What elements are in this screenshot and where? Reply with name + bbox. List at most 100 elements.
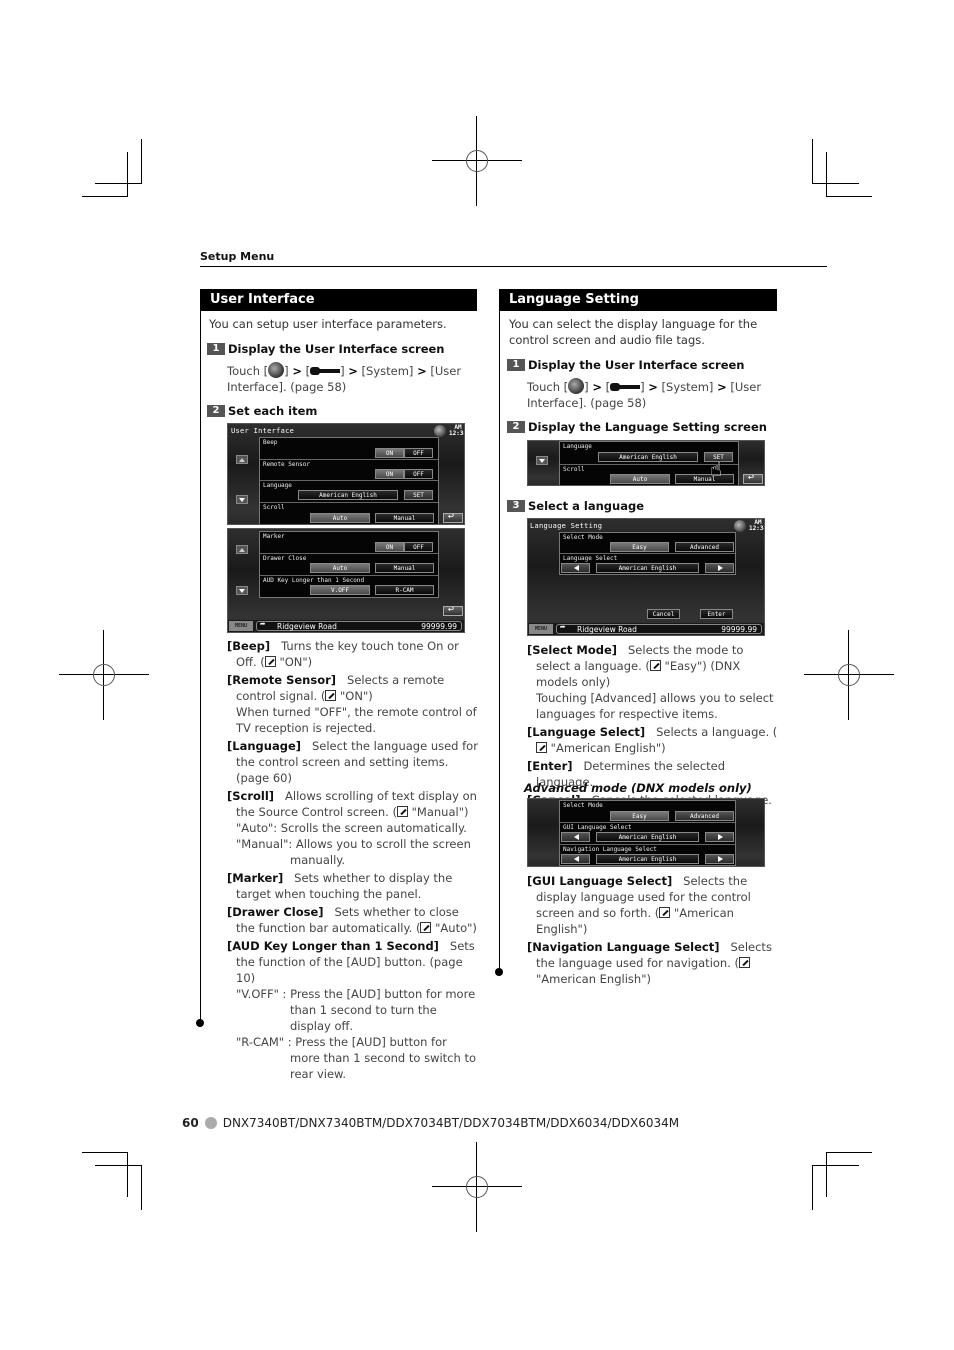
back-button[interactable]: [443, 604, 463, 616]
drawer-close-manual-button[interactable]: Manual: [375, 563, 434, 573]
column-end-dot: [196, 1019, 204, 1027]
user-interface-heading: User Interface: [200, 289, 477, 311]
gui-language-value: American English: [596, 832, 699, 842]
setting-row-remote-sensor: Remote Sensor ON OFF: [260, 460, 438, 481]
memo-icon: [739, 957, 751, 968]
registration-mark-bottom: [432, 1142, 522, 1232]
scroll-manual-button[interactable]: Manual: [675, 474, 734, 484]
scroll-auto-button[interactable]: Auto: [310, 513, 370, 523]
desc-select-mode: [Select Mode] Selects the mode to select…: [527, 643, 774, 721]
setting-row-beep: Beep ON OFF: [260, 438, 438, 460]
user-interface-screen-1: User Interface AM12:34 Beep ON OFF Remot…: [227, 423, 465, 525]
beep-on-button[interactable]: ON: [375, 448, 404, 458]
desc-scroll: [Scroll] Allows scrolling of text displa…: [227, 789, 477, 867]
memo-icon: [536, 742, 547, 753]
chevron-right-icon: >: [717, 380, 727, 394]
gui-next-language-button[interactable]: [705, 832, 734, 842]
chevron-right-icon: >: [292, 364, 302, 378]
right-column-rule: [499, 311, 500, 971]
memo-icon: [264, 656, 276, 667]
back-button[interactable]: [743, 472, 763, 484]
language-value: American English: [596, 563, 699, 573]
home-icon[interactable]: [734, 520, 746, 532]
nav-info-bar[interactable]: ➦ Ridgeview Road 99999.99: [256, 620, 462, 631]
road-name: Ridgeview Road: [577, 625, 637, 634]
desc-language: [Language] Select the language used for …: [227, 739, 478, 785]
mode-easy-button[interactable]: Easy: [610, 542, 669, 552]
distance: 99999.99: [721, 625, 757, 634]
gui-previous-language-button[interactable]: [561, 832, 590, 842]
home-icon[interactable]: [434, 425, 446, 437]
desc-gui-language-select: [GUI Language Select] Selects the displa…: [527, 874, 751, 936]
model-list: DNX7340BT/DNX7340BTM/DDX7034BT/DDX7034BT…: [222, 1116, 680, 1130]
desc-drawer-close: [Drawer Close] Sets whether to close the…: [227, 905, 477, 935]
beep-off-button[interactable]: OFF: [404, 448, 433, 458]
aud-key-rcam-button[interactable]: R-CAM: [375, 585, 434, 595]
ui-step-1: 1 Display the User Interface screen: [207, 342, 445, 356]
menu-button[interactable]: MENU: [529, 624, 553, 634]
lang-step-3: 3 Select a language: [507, 499, 644, 513]
chevron-right-icon: >: [592, 380, 602, 394]
desc-beep: [Beep] Turns the key touch tone On or Of…: [227, 639, 459, 669]
scroll-manual-button[interactable]: Manual: [375, 513, 434, 523]
memo-icon: [420, 922, 432, 933]
menu-button[interactable]: MENU: [229, 621, 253, 631]
lang-step-1-instructions: Touch [] > [] > [System] > [User Interfa…: [527, 378, 762, 410]
scroll-down-button[interactable]: [236, 495, 248, 504]
desc-aud-key: [AUD Key Longer than 1 Second] Sets the …: [227, 939, 476, 1081]
scroll-auto-button[interactable]: Auto: [610, 474, 670, 484]
language-value: American English: [598, 452, 698, 462]
select-mode-row: Select Mode Easy Advanced: [560, 533, 735, 554]
setting-row-language: Language American English SET: [260, 481, 438, 503]
screen-title: User Interface: [231, 427, 295, 435]
desc-remote-sensor: [Remote Sensor] Selects a remote control…: [227, 673, 477, 735]
step-number: 2: [507, 421, 525, 433]
desc-marker: [Marker] Sets whether to display the tar…: [227, 871, 453, 901]
clock: AM12:34: [449, 424, 464, 437]
next-language-button[interactable]: [705, 563, 734, 573]
nav-info-bar[interactable]: ➦ Ridgeview Road 99999.99: [556, 623, 762, 634]
marker-off-button[interactable]: OFF: [404, 542, 433, 552]
user-interface-intro: You can setup user interface parameters.: [209, 317, 447, 331]
section-header: Setup Menu: [200, 250, 275, 263]
scroll-up-button[interactable]: [236, 545, 248, 554]
step-number: 1: [507, 359, 525, 371]
remote-sensor-on-button[interactable]: ON: [375, 469, 404, 479]
lang-step-1: 1 Display the User Interface screen: [507, 358, 745, 372]
setting-row-aud-key: AUD Key Longer than 1 Second V.OFF R-CAM: [260, 576, 438, 598]
select-mode-row: Select Mode Easy Advanced: [560, 801, 735, 823]
language-setting-heading: Language Setting: [499, 289, 777, 311]
settings-list: Beep ON OFF Remote Sensor ON OFF Languag…: [259, 437, 439, 524]
back-button[interactable]: [443, 511, 463, 523]
nav-previous-language-button[interactable]: [561, 854, 590, 864]
left-column-rule: [200, 311, 201, 1022]
user-interface-screen-2: Marker ON OFF Drawer Close Auto Manual A…: [227, 528, 465, 633]
previous-language-button[interactable]: [561, 563, 590, 573]
mode-easy-button[interactable]: Easy: [610, 811, 669, 821]
step-number: 2: [207, 405, 225, 417]
chevron-right-icon: >: [648, 380, 658, 394]
mode-advanced-button[interactable]: Advanced: [675, 542, 734, 552]
language-setting-intro: You can select the display language for …: [509, 317, 758, 347]
marker-on-button[interactable]: ON: [375, 542, 404, 552]
step-label: Display the User Interface screen: [228, 342, 445, 356]
language-set-screen-crop: Language American English SET Scroll Aut…: [527, 440, 765, 486]
registration-mark-right: [804, 630, 894, 720]
enter-button[interactable]: Enter: [700, 609, 733, 619]
language-select-row: Language Select American English: [560, 554, 735, 575]
nav-next-language-button[interactable]: [705, 854, 734, 864]
column-end-dot: [495, 968, 503, 976]
mode-advanced-button[interactable]: Advanced: [675, 811, 734, 821]
scroll-down-button[interactable]: [536, 456, 548, 465]
drawer-close-auto-button[interactable]: Auto: [310, 563, 370, 573]
wrench-icon: [610, 383, 641, 391]
aud-key-voff-button[interactable]: V.OFF: [310, 585, 370, 595]
scroll-up-button[interactable]: [236, 455, 248, 464]
remote-sensor-off-button[interactable]: OFF: [404, 469, 433, 479]
bullet-dot: [204, 1117, 217, 1129]
cancel-button[interactable]: Cancel: [647, 609, 680, 619]
language-set-button[interactable]: SET: [404, 490, 433, 500]
memo-icon: [659, 907, 671, 918]
scroll-down-button[interactable]: [236, 586, 248, 595]
language-value: American English: [298, 490, 398, 500]
